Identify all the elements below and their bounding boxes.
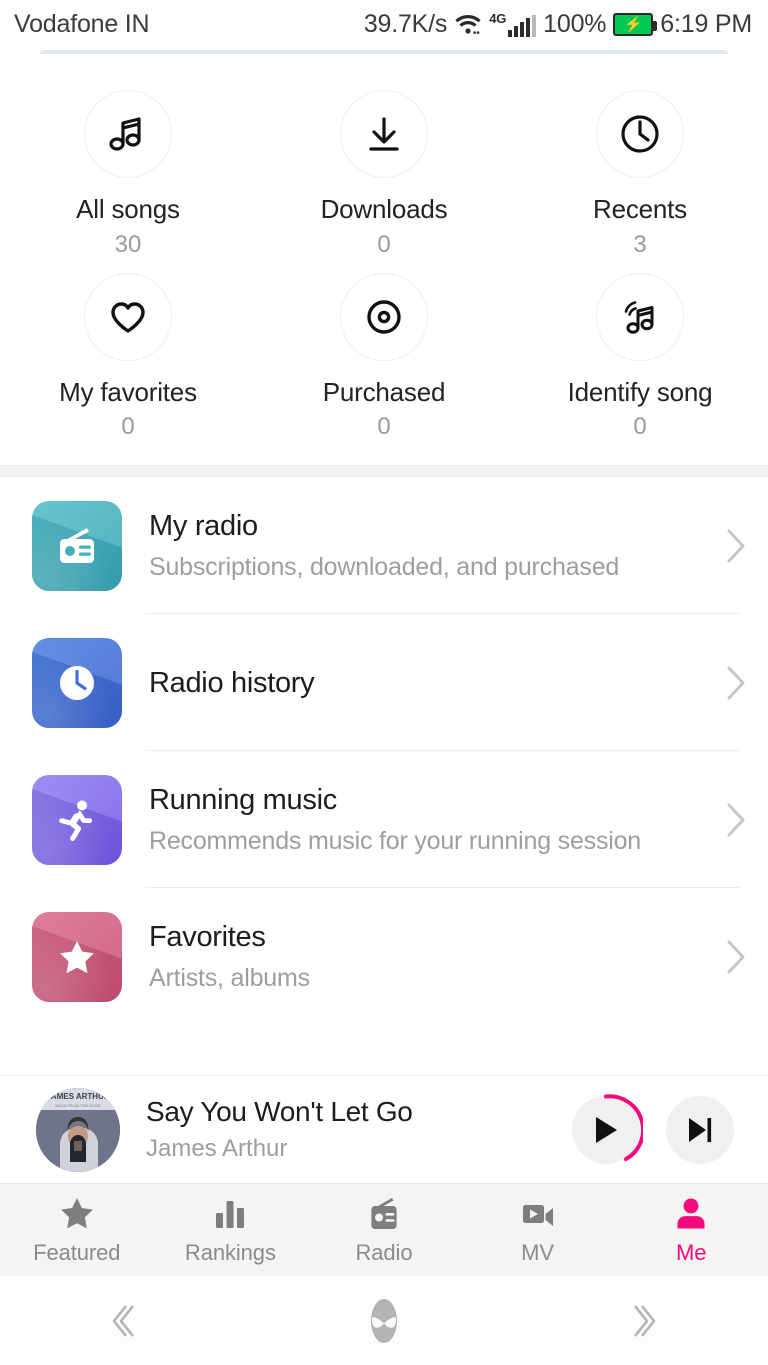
list-item-subtitle: Subscriptions, downloaded, and purchased bbox=[149, 553, 620, 582]
tab-label: Me bbox=[675, 1240, 707, 1265]
download-arrow-icon bbox=[340, 90, 428, 178]
next-icon bbox=[689, 1117, 712, 1142]
chevron-right-icon bbox=[710, 664, 768, 702]
double-chevron-right-icon bbox=[633, 1304, 656, 1337]
grid-item-all-songs[interactable]: All songs 30 bbox=[0, 90, 256, 257]
list-item-text: Radio history bbox=[122, 666, 710, 700]
signal-icon: 4G bbox=[489, 10, 537, 37]
next-button[interactable] bbox=[666, 1095, 734, 1164]
now-playing-controls bbox=[572, 1093, 734, 1164]
list-item-text: Favorites Artists, albums bbox=[122, 920, 710, 993]
grid-item-label: Downloads bbox=[320, 194, 448, 224]
grid-item-recents[interactable]: Recents 3 bbox=[512, 90, 768, 257]
grid-item-purchased[interactable]: Purchased 0 bbox=[256, 272, 512, 441]
network-speed-label: 39.7K/s bbox=[363, 9, 448, 38]
grid-item-count: 0 bbox=[377, 230, 391, 258]
list-item-my-radio[interactable]: My radio Subscriptions, downloaded, and … bbox=[32, 477, 768, 615]
play-button[interactable] bbox=[572, 1093, 643, 1164]
chevron-right-icon bbox=[710, 527, 768, 565]
bar-chart-icon bbox=[216, 1201, 245, 1228]
grid-item-label: Identify song bbox=[567, 376, 713, 407]
battery-charging-icon: ⚡ bbox=[613, 12, 658, 36]
network-type-label: 4G bbox=[489, 10, 507, 26]
list-item-text: Running music Recommends music for your … bbox=[122, 783, 710, 856]
star-icon bbox=[32, 911, 122, 1002]
now-playing-bar[interactable]: JAMES ARTHUR BACK FROM THE EDGE Say You … bbox=[0, 1075, 768, 1183]
star-icon bbox=[60, 1198, 93, 1229]
battery-percent-label: 100% bbox=[543, 9, 607, 38]
list-item-text: My radio Subscriptions, downloaded, and … bbox=[122, 509, 710, 582]
carrier-label: Vodafone IN bbox=[14, 9, 150, 38]
list-item-subtitle: Recommends music for your running sessio… bbox=[149, 827, 642, 856]
android-nav-bar bbox=[0, 1275, 768, 1365]
tab-featured[interactable]: Featured bbox=[0, 1184, 154, 1275]
grid-item-identify-song[interactable]: Identify song 0 bbox=[512, 272, 768, 441]
person-icon bbox=[677, 1198, 705, 1229]
grid-item-count: 0 bbox=[121, 413, 135, 441]
list-item-title: Favorites bbox=[149, 921, 266, 954]
list-item-title: Running music bbox=[149, 784, 337, 817]
grid-item-label: My favorites bbox=[59, 376, 197, 407]
disc-icon bbox=[340, 272, 428, 361]
status-bar-right: 39.7K/s 4G 100% ⚡ 6:19 PM bbox=[364, 10, 752, 39]
tab-label: MV bbox=[521, 1240, 554, 1265]
album-art-text: JAMES ARTHUR bbox=[46, 1092, 109, 1101]
grid-item-label: Recents bbox=[593, 194, 687, 224]
content-spacer bbox=[0, 1025, 768, 1075]
app-screen: Vodafone IN 39.7K/s 4G 100% ⚡ 6:19 PM Al… bbox=[0, 0, 768, 1365]
wifi-icon bbox=[454, 12, 482, 36]
running-icon bbox=[32, 774, 122, 865]
chevron-right-icon bbox=[710, 801, 768, 839]
grid-item-count: 0 bbox=[377, 413, 391, 441]
radio-icon bbox=[371, 1197, 397, 1229]
identify-song-icon bbox=[596, 272, 684, 361]
list-item-radio-history[interactable]: Radio history bbox=[32, 614, 768, 752]
alien-head-home-icon bbox=[371, 1298, 397, 1343]
feature-list: My radio Subscriptions, downloaded, and … bbox=[0, 477, 768, 1026]
list-item-subtitle: Artists, albums bbox=[149, 964, 310, 993]
now-playing-meta: Say You Won't Let Go James Arthur bbox=[120, 1096, 572, 1164]
tab-label: Rankings bbox=[184, 1240, 276, 1265]
grid-item-label: Purchased bbox=[322, 376, 446, 407]
grid-item-count: 3 bbox=[633, 230, 647, 258]
list-item-favorites[interactable]: Favorites Artists, albums bbox=[32, 888, 768, 1025]
music-note-icon bbox=[84, 90, 172, 178]
heart-outline-icon bbox=[84, 272, 172, 361]
svg-text:BACK FROM THE EDGE: BACK FROM THE EDGE bbox=[55, 1103, 101, 1108]
scrolled-card-edge bbox=[0, 48, 768, 62]
list-item-running-music[interactable]: Running music Recommends music for your … bbox=[32, 751, 768, 889]
clock-icon bbox=[32, 637, 122, 728]
clock-label: 6:19 PM bbox=[660, 9, 752, 38]
album-art[interactable]: JAMES ARTHUR BACK FROM THE EDGE bbox=[36, 1087, 120, 1172]
status-bar: Vodafone IN 39.7K/s 4G 100% ⚡ 6:19 PM bbox=[0, 0, 768, 48]
tab-radio[interactable]: Radio bbox=[307, 1184, 461, 1275]
bottom-tab-bar: Featured Rankings Radio MV Me bbox=[0, 1183, 768, 1275]
progress-ring bbox=[604, 1093, 643, 1161]
tab-me[interactable]: Me bbox=[614, 1184, 768, 1275]
tab-rankings[interactable]: Rankings bbox=[154, 1184, 308, 1275]
chevron-right-icon bbox=[710, 938, 768, 976]
now-playing-artist: James Arthur bbox=[146, 1134, 288, 1162]
grid-item-count: 0 bbox=[633, 413, 647, 441]
tab-label: Featured bbox=[33, 1240, 121, 1265]
nav-recents-button[interactable] bbox=[512, 1297, 768, 1345]
tab-label: Radio bbox=[355, 1240, 413, 1265]
list-item-title: My radio bbox=[149, 510, 258, 543]
quick-access-grid: All songs 30 Downloads 0 Recents 3 My fa… bbox=[0, 62, 768, 466]
nav-back-button[interactable] bbox=[0, 1297, 256, 1345]
grid-item-count: 30 bbox=[114, 230, 142, 258]
double-chevron-left-icon bbox=[112, 1304, 135, 1337]
section-divider bbox=[0, 465, 768, 478]
video-icon bbox=[522, 1205, 553, 1226]
clock-icon bbox=[596, 90, 684, 178]
now-playing-title: Say You Won't Let Go bbox=[146, 1095, 413, 1127]
grid-item-my-favorites[interactable]: My favorites 0 bbox=[0, 272, 256, 441]
signal-bars bbox=[508, 14, 537, 37]
tab-mv[interactable]: MV bbox=[461, 1184, 615, 1275]
grid-item-label: All songs bbox=[76, 194, 180, 224]
list-item-title: Radio history bbox=[149, 666, 315, 699]
grid-item-downloads[interactable]: Downloads 0 bbox=[256, 90, 512, 257]
radio-icon bbox=[32, 500, 122, 591]
nav-home-button[interactable] bbox=[256, 1293, 512, 1349]
